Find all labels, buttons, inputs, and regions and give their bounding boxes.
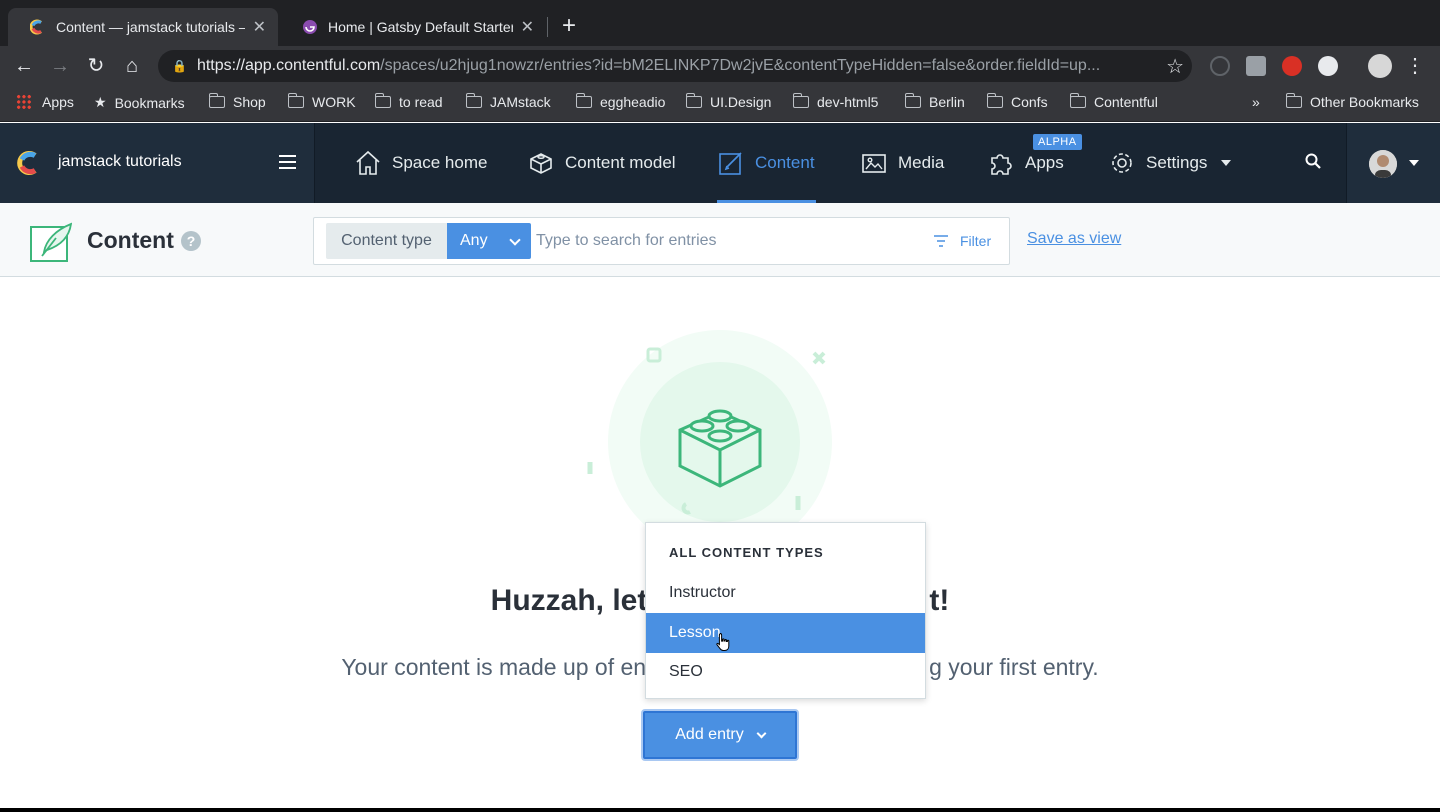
hand-cursor-icon (716, 633, 730, 651)
bookmark-folder[interactable]: Shop (208, 93, 266, 110)
bookmark-apps[interactable]: Apps (16, 94, 74, 110)
home-icon (356, 150, 380, 175)
dropdown-option-lesson[interactable]: Lesson (646, 613, 925, 653)
folder-icon (287, 93, 304, 108)
lock-icon: 🔒 (172, 59, 187, 73)
page-title: Content (87, 227, 174, 253)
save-as-view-link[interactable]: Save as view (1027, 230, 1121, 248)
other-bookmarks[interactable]: Other Bookmarks (1285, 93, 1419, 110)
gear-icon (1112, 153, 1132, 173)
dropdown-option-seo[interactable]: SEO (646, 652, 925, 692)
bookmark-folder[interactable]: to read (374, 93, 443, 110)
folder-icon (1285, 93, 1302, 108)
filter-icon (934, 235, 948, 247)
space-name: jamstack tutorials (58, 153, 182, 170)
contentful-favicon (30, 19, 42, 35)
chevron-down-icon (509, 234, 521, 246)
folder-icon (1069, 93, 1086, 108)
chevron-down-icon (1409, 160, 1419, 166)
bookmark-folder[interactable]: WORK (287, 93, 356, 110)
pen-icon (719, 152, 742, 175)
user-menu[interactable] (1346, 123, 1440, 203)
bookmark-folder[interactable]: Confs (986, 93, 1048, 110)
bookmarks-overflow-button[interactable]: » (1252, 94, 1260, 110)
add-entry-button[interactable]: Add entry (641, 709, 799, 761)
browser-toolbar: ← → ↻ ⌂ 🔒 https://app.contentful.com/spa… (0, 46, 1440, 86)
address-bar[interactable]: 🔒 https://app.contentful.com/spaces/u2hj… (158, 50, 1192, 82)
folder-icon (986, 93, 1003, 108)
content-header: Content ? Content type Any Filter Save a… (0, 203, 1440, 277)
folder-icon (685, 93, 702, 108)
nav-content[interactable]: Content (717, 123, 816, 203)
extension-recycle-icon[interactable] (1210, 56, 1230, 76)
profile-avatar[interactable] (1368, 54, 1392, 78)
folder-icon (465, 93, 482, 108)
forward-icon[interactable]: → (48, 54, 72, 78)
folder-icon (575, 93, 592, 108)
filter-button[interactable]: Filter (934, 223, 991, 259)
hamburger-menu-icon[interactable] (279, 155, 296, 169)
avatar (1369, 150, 1397, 178)
new-tab-icon[interactable]: + (562, 12, 576, 40)
dropdown-option-instructor[interactable]: Instructor (646, 573, 925, 613)
apps-alpha-badge: ALPHA (1033, 134, 1082, 150)
bottom-edge (0, 808, 1440, 812)
space-switcher[interactable]: jamstack tutorials (0, 123, 315, 203)
bookmark-folder[interactable]: Contentful (1069, 93, 1158, 110)
nav-content-model[interactable]: Content model (527, 123, 676, 203)
nav-space-home[interactable]: Space home (354, 123, 487, 203)
tab-title: Content — jamstack tutorials – (56, 19, 245, 35)
bookmark-folder[interactable]: dev-html5 (792, 93, 878, 110)
puzzle-icon (991, 154, 1012, 175)
nav-settings[interactable]: Settings (1108, 123, 1232, 203)
dropdown-header: ALL CONTENT TYPES (669, 545, 824, 560)
tab-contentful[interactable]: Content — jamstack tutorials – ✕ (8, 8, 278, 46)
bookmark-star-icon[interactable]: ☆ (1166, 54, 1184, 79)
folder-icon (792, 93, 809, 108)
entry-search-bar: Content type Any Filter (313, 217, 1010, 265)
bookmark-folder[interactable]: Berlin (904, 93, 965, 110)
content-type-label: Content type (326, 223, 447, 259)
apps-grid-icon (16, 94, 32, 110)
tab-separator (547, 17, 548, 37)
browser-tab-strip: Content — jamstack tutorials – ✕ Home | … (0, 0, 1440, 46)
help-icon[interactable]: ? (181, 231, 201, 251)
url-text: https://app.contentful.com/spaces/u2hjug… (196, 57, 1101, 74)
reload-icon[interactable]: ↻ (84, 54, 108, 78)
content-type-dropdown: ALL CONTENT TYPES Instructor Lesson SEO (645, 522, 926, 699)
bookmark-bookmarks[interactable]: ★ Bookmarks (94, 94, 185, 111)
extension-bulb-icon[interactable] (1246, 56, 1266, 76)
menu-kebab-icon[interactable]: ⋮ (1403, 54, 1427, 78)
bookmark-folder[interactable]: UI.Design (685, 93, 771, 110)
close-tab-icon[interactable]: ✕ (253, 17, 266, 37)
lego-brick-illustration (587, 330, 832, 530)
gatsby-favicon (303, 20, 317, 34)
back-icon[interactable]: ← (12, 54, 36, 78)
bookmark-folder[interactable]: JAMstack (465, 93, 551, 110)
chevron-down-icon (1221, 160, 1232, 166)
app-top-nav: jamstack tutorials Space home Content mo… (0, 123, 1440, 203)
tab-gatsby[interactable]: Home | Gatsby Default Starter ✕ (280, 8, 546, 46)
content-feather-icon (30, 222, 72, 262)
bookmark-folder[interactable]: eggheadio (575, 93, 665, 110)
cube-icon (530, 153, 552, 174)
extension-stop-icon[interactable] (1282, 56, 1302, 76)
nav-media[interactable]: Media (860, 123, 944, 203)
chevron-down-icon (756, 728, 767, 738)
folder-icon (374, 93, 391, 108)
content-type-select[interactable]: Any (447, 223, 531, 259)
search-input[interactable] (536, 223, 926, 259)
extension-lastpass-icon[interactable] (1318, 56, 1338, 76)
search-icon[interactable] (1305, 153, 1321, 169)
home-icon[interactable]: ⌂ (120, 54, 144, 78)
image-icon (862, 154, 886, 173)
star-icon: ★ (94, 94, 107, 110)
folder-icon (904, 93, 921, 108)
contentful-logo (17, 151, 37, 175)
folder-icon (208, 93, 225, 108)
close-tab-icon[interactable]: ✕ (521, 17, 534, 37)
tab-title: Home | Gatsby Default Starter (328, 19, 513, 35)
bookmarks-bar: Apps ★ Bookmarks Shop WORK to read JAMst… (0, 86, 1440, 122)
